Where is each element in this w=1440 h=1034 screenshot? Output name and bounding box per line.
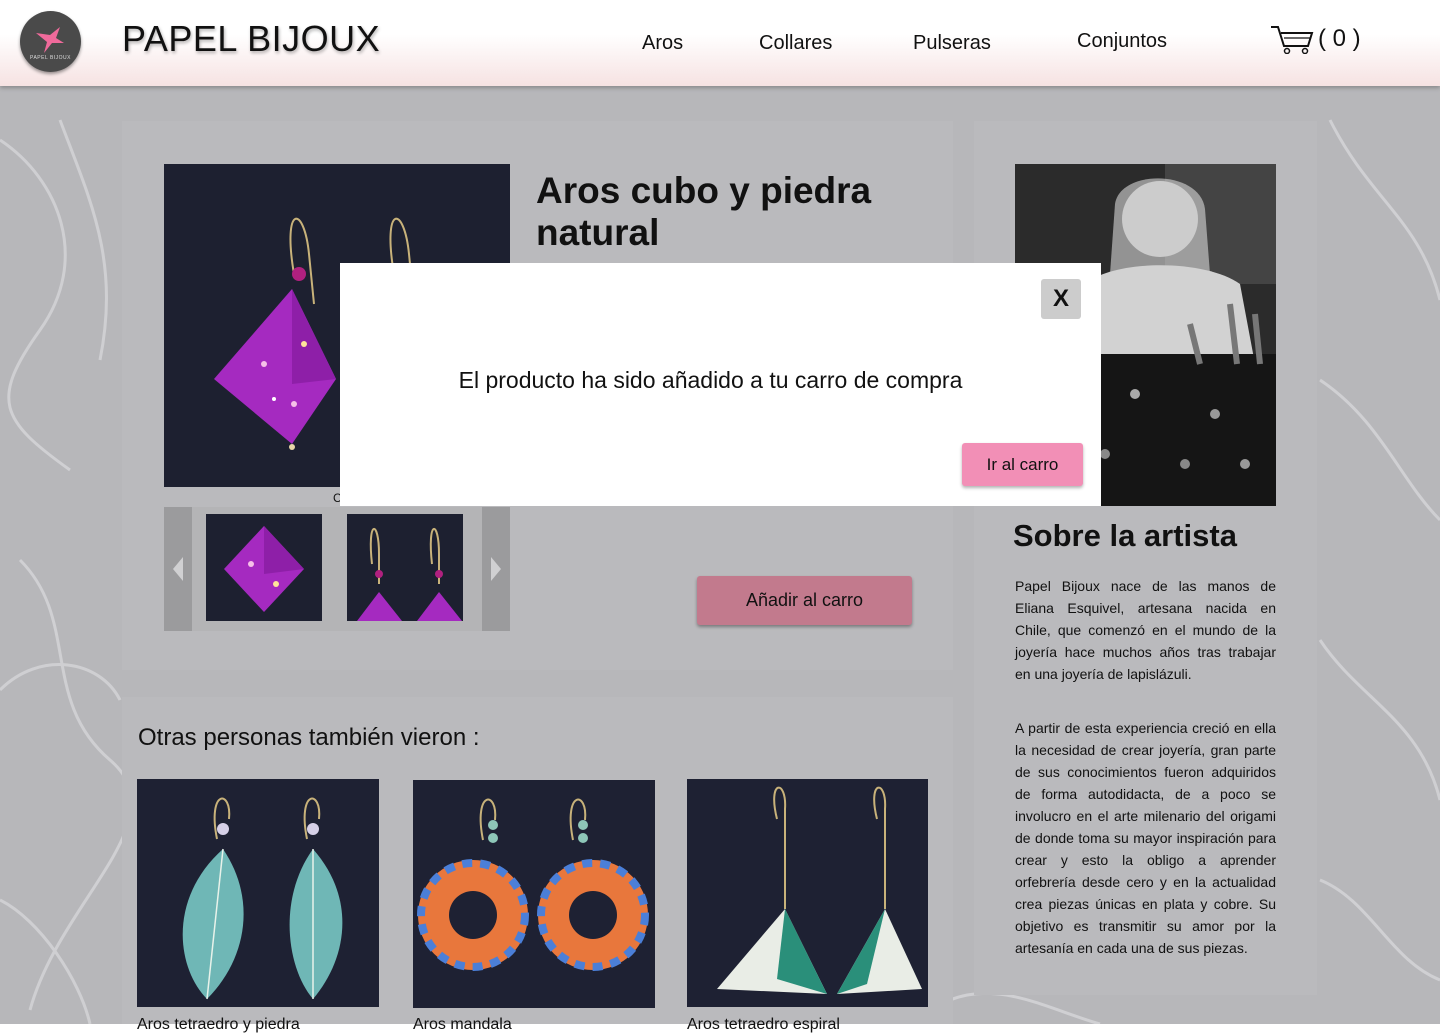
modal-overlay[interactable]: [0, 86, 1440, 1024]
modal-message: El producto ha sido añadido a tu carro d…: [458, 367, 963, 393]
go-to-cart-button[interactable]: Ir al carro: [962, 443, 1083, 486]
brand-name[interactable]: PAPEL BIJOUX: [122, 18, 380, 60]
added-to-cart-modal: X El producto ha sido añadido a tu carro…: [340, 263, 1101, 506]
bird-logo-icon: [36, 27, 64, 53]
nav-collares[interactable]: Collares: [759, 32, 832, 55]
logo-text: PAPEL BIJOUX: [29, 55, 71, 61]
site-header: PAPEL BIJOUX PAPEL BIJOUX Aros Collares …: [0, 0, 1440, 86]
modal-close-button[interactable]: X: [1041, 279, 1081, 319]
logo[interactable]: PAPEL BIJOUX: [20, 11, 81, 72]
nav-aros[interactable]: Aros: [642, 32, 683, 55]
nav-pulseras[interactable]: Pulseras: [913, 32, 991, 55]
cart-button[interactable]: ( 0 ): [1270, 22, 1361, 56]
nav-conjuntos[interactable]: Conjuntos: [1077, 30, 1167, 53]
cart-count: ( 0 ): [1318, 25, 1361, 52]
cart-icon: [1271, 26, 1314, 54]
